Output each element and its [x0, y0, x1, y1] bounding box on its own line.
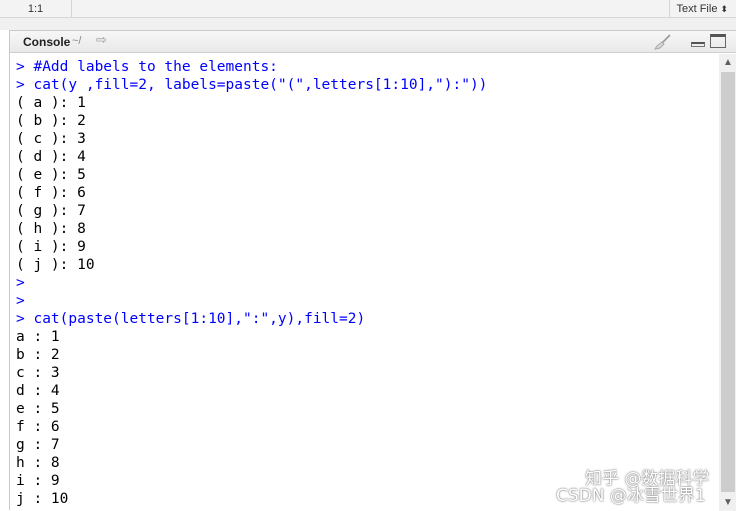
- console-command-line: > #Add labels to the elements:: [16, 58, 716, 76]
- console-output-text: ( a ): 1: [16, 95, 86, 111]
- console-output-line: d : 4: [16, 382, 716, 400]
- console-output-line: b : 2: [16, 346, 716, 364]
- console-output-text: ( c ): 3: [16, 131, 86, 147]
- console-output-line: ( b ): 2: [16, 112, 716, 130]
- console-output-line: a : 1: [16, 328, 716, 346]
- vertical-scrollbar[interactable]: ▲ ▼: [719, 54, 736, 511]
- console-output-text: h : 8: [16, 455, 60, 471]
- editor-status-bar: 1:1 Text File ⬍: [0, 0, 736, 18]
- console-output[interactable]: > #Add labels to the elements: > cat(y ,f…: [16, 58, 716, 508]
- watermark-csdn: CSDN @冰雪世界1: [556, 486, 706, 506]
- console-output-line: ( d ): 4: [16, 148, 716, 166]
- console-output-text: ( g ): 7: [16, 203, 86, 219]
- console-output-text: ( e ): 5: [16, 167, 86, 183]
- console-output-line: ( e ): 5: [16, 166, 716, 184]
- console-output-line: ( g ): 7: [16, 202, 716, 220]
- console-output-text: d : 4: [16, 383, 60, 399]
- console-output-text: ( f ): 6: [16, 185, 86, 201]
- scroll-up-arrow-icon[interactable]: ▲: [719, 54, 736, 71]
- console-header: Console ~/ ⇨: [10, 31, 736, 53]
- console-prompt: >: [16, 311, 25, 327]
- console-output-text: b : 2: [16, 347, 60, 363]
- scroll-thumb[interactable]: [721, 72, 735, 492]
- console-pane: Console ~/ ⇨ > #Add labels to the elemen…: [9, 30, 736, 511]
- console-output-line: e : 5: [16, 400, 716, 418]
- minimize-pane-button[interactable]: [691, 42, 705, 47]
- file-type-label: Text File: [676, 3, 718, 15]
- console-output-text: e : 5: [16, 401, 60, 417]
- console-command-text: cat(paste(letters[1:10],":",y),fill=2): [33, 311, 366, 327]
- console-output-text: ( h ): 8: [16, 221, 86, 237]
- console-output-line: ( a ): 1: [16, 94, 716, 112]
- console-output-line: g : 7: [16, 436, 716, 454]
- pane-splitter[interactable]: [0, 18, 736, 30]
- maximize-pane-button[interactable]: [710, 34, 726, 48]
- console-output-line: ( j ): 10: [16, 256, 716, 274]
- console-output-line: ( i ): 9: [16, 238, 716, 256]
- console-output-text: ( i ): 9: [16, 239, 86, 255]
- updown-arrows-icon: ⬍: [720, 4, 728, 14]
- console-output-text: a : 1: [16, 329, 60, 345]
- console-output-text: f : 6: [16, 419, 60, 435]
- arrow-right-icon[interactable]: ⇨: [96, 32, 107, 48]
- console-command-text: cat(y ,fill=2, labels=paste("(",letters[…: [33, 77, 488, 93]
- console-command-line: > cat(y ,fill=2, labels=paste("(",letter…: [16, 76, 716, 94]
- console-output-line: f : 6: [16, 418, 716, 436]
- console-output-text: c : 3: [16, 365, 60, 381]
- console-output-text: i : 9: [16, 473, 60, 489]
- console-output-text: ( d ): 4: [16, 149, 86, 165]
- console-command-text: #Add labels to the elements:: [33, 59, 278, 75]
- console-output-text: g : 7: [16, 437, 60, 453]
- console-output-text: ( b ): 2: [16, 113, 86, 129]
- console-command-line: >: [16, 274, 716, 292]
- console-prompt: >: [16, 59, 25, 75]
- console-output-line: ( c ): 3: [16, 130, 716, 148]
- console-output-line: c : 3: [16, 364, 716, 382]
- console-command-line: >: [16, 292, 716, 310]
- console-prompt: >: [16, 293, 25, 309]
- console-output-line: ( h ): 8: [16, 220, 716, 238]
- console-tab[interactable]: Console: [23, 35, 70, 49]
- broom-icon[interactable]: [653, 34, 673, 50]
- console-prompt: >: [16, 275, 25, 291]
- cursor-position: 1:1: [0, 0, 72, 18]
- console-output-text: j : 10: [16, 491, 69, 507]
- console-prompt: >: [16, 77, 25, 93]
- file-type-selector[interactable]: Text File ⬍: [669, 0, 736, 18]
- scroll-down-arrow-icon[interactable]: ▼: [719, 494, 736, 511]
- console-command-line: > cat(paste(letters[1:10],":",y),fill=2): [16, 310, 716, 328]
- working-directory: ~/: [72, 35, 82, 47]
- console-output-line: ( f ): 6: [16, 184, 716, 202]
- console-output-text: ( j ): 10: [16, 257, 95, 273]
